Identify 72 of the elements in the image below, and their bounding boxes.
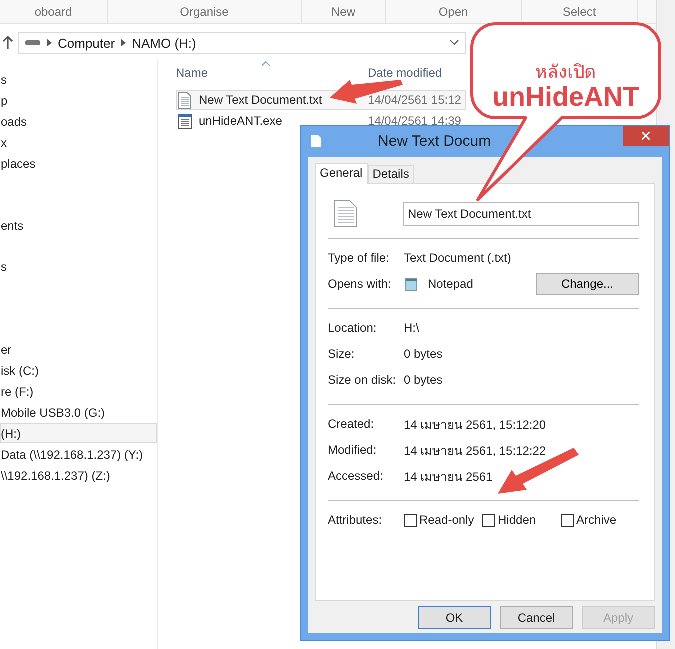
file-row[interactable]: New Text Document.txt 14/04/2561 15:12 [176,90,466,110]
property-label: Location: [328,321,378,335]
dialog-button[interactable]: OK [418,606,491,629]
nav-item[interactable]: (H:) [0,423,157,443]
breadcrumb[interactable]: NAMO (H:) [132,36,196,50]
drive-icon [25,39,41,47]
checkbox-label: Archive [576,513,617,527]
property-label: Created: [328,417,376,431]
property-value: 14 เมษายน 2561 [404,468,493,486]
column-header[interactable]: Name [176,66,368,80]
breadcrumb[interactable]: Computer [58,36,116,50]
file-name-field[interactable]: New Text Document.txt [403,202,639,226]
property-label: Opens with: [328,277,392,291]
property-value: Text Document (.txt) [404,251,512,265]
nav-item[interactable]: places [0,153,157,173]
nav-item[interactable]: re (F:) [0,381,157,401]
nav-item[interactable]: ents [0,215,157,235]
file-row[interactable]: unHideANT.exe 14/04/2561 14:39 [176,111,466,131]
ribbon-group-label: oboard [0,0,108,23]
close-icon[interactable] [642,132,650,140]
nav-item[interactable]: er [0,339,157,359]
ribbon-group-label: Organise [108,0,302,23]
property-value: 14 เมษายน 2561, 15:12:22 [404,442,546,460]
property-value: 0 bytes [404,373,443,387]
checkbox-label: Hidden [498,513,536,527]
nav-item[interactable]: s [0,69,157,89]
property-value: 0 bytes [404,347,443,361]
nav-item[interactable]: Mobile USB3.0 (G:) [0,402,157,422]
callout-text: หลังเปิด [534,61,598,84]
tab[interactable]: Details [368,165,414,183]
callout-text: unHideANT [492,82,640,113]
column-header[interactable]: Date modified [368,66,442,80]
dialog-button[interactable]: Cancel [500,606,573,629]
property-label: Accessed: [328,469,384,483]
nav-item[interactable]: isk (C:) [0,360,157,380]
nav-item[interactable]: s [0,256,157,276]
notepad-icon [404,276,419,292]
property-value: H:\ [404,321,420,335]
property-label: Attributes: [328,513,384,527]
property-label: Size: [328,347,356,361]
file-name: New Text Document.txt [199,93,324,107]
up-arrow-icon[interactable] [2,36,14,50]
document-icon [334,200,358,228]
document-icon [311,135,322,148]
dialog-title: New Text Docum [378,133,492,150]
nav-item[interactable]: \\192.168.1.237) (Z:) [0,465,157,485]
property-label: Modified: [328,443,378,457]
checkbox[interactable] [404,514,417,526]
nav-item[interactable]: x [0,132,157,152]
checkbox-label: Read-only [420,513,474,527]
file-date: 14/04/2561 15:12 [368,93,462,107]
property-value: Notepad [428,277,474,291]
ribbon-group-label: New [302,0,386,23]
tab[interactable]: General [315,163,368,184]
program-icon [177,112,193,130]
chevron-icon [47,39,52,47]
nav-item[interactable]: Data (\\192.168.1.237) (Y:) [0,444,157,464]
file-name: unHideANT.exe [199,114,284,128]
property-value: 14 เมษายน 2561, 15:12:20 [404,416,546,434]
dropdown-caret-icon[interactable] [450,40,459,46]
checkbox[interactable] [482,514,496,526]
file-date: 14/04/2561 14:39 [368,114,462,128]
property-label: Type of file: [328,251,390,265]
nav-item[interactable]: p [0,90,157,110]
document-icon [177,92,193,108]
close-button[interactable] [623,126,669,146]
checkbox[interactable] [560,514,574,526]
address-field[interactable]: Computer NAMO (H:) [18,32,466,54]
nav-item[interactable]: oads [0,111,157,131]
property-label: Size on disk: [328,373,398,387]
chevron-icon [121,39,126,47]
change-button[interactable]: Change... [536,273,639,295]
